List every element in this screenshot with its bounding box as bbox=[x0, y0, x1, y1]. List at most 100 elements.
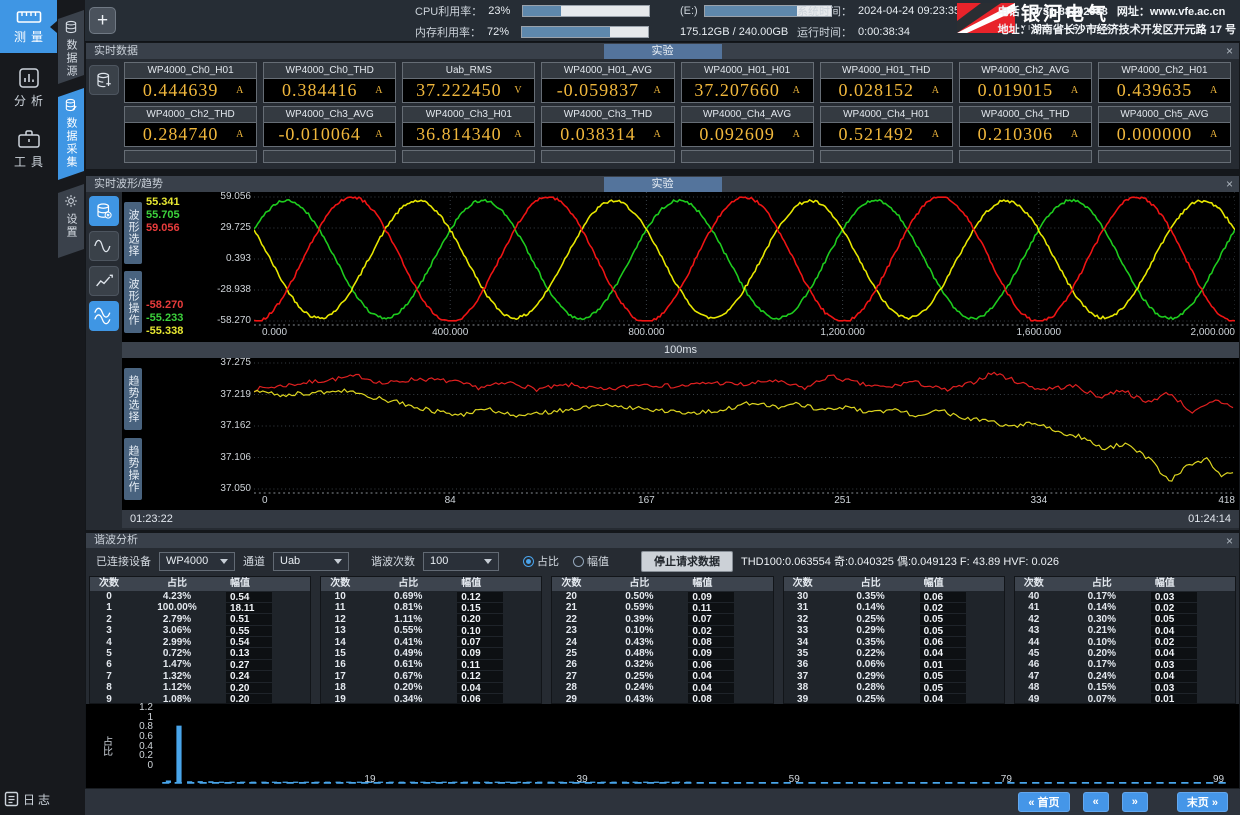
harmonic-row[interactable]: 420.30%0.05 bbox=[1015, 614, 1235, 625]
harmonic-row[interactable]: 440.10%0.02 bbox=[1015, 637, 1235, 648]
harmonic-row[interactable]: 240.43%0.08 bbox=[552, 637, 772, 648]
harmonic-row[interactable]: 91.08%0.20 bbox=[90, 694, 310, 704]
trend-select-button[interactable]: 趋势选择 bbox=[124, 368, 142, 430]
close-icon[interactable]: × bbox=[1226, 43, 1233, 59]
harmonic-row[interactable]: 220.39%0.07 bbox=[552, 614, 772, 625]
sine-wave-button[interactable] bbox=[89, 231, 119, 261]
sidebar-item-measure[interactable]: 测量 bbox=[0, 0, 57, 53]
harmonic-row[interactable]: 50.72%0.13 bbox=[90, 648, 310, 659]
sidebar-item-analysis[interactable]: 分析 bbox=[0, 61, 57, 114]
waveform-select-button[interactable]: 波形选择 bbox=[124, 202, 142, 264]
waveform-chart[interactable] bbox=[254, 192, 1235, 326]
harmonic-ratio: 0.39% bbox=[590, 614, 688, 625]
channel-data-button[interactable] bbox=[89, 196, 119, 226]
harmonic-row[interactable]: 71.32%0.24 bbox=[90, 671, 310, 682]
pagination-prev-button[interactable]: « bbox=[1083, 792, 1109, 812]
measure-card-partial bbox=[541, 150, 674, 163]
harmonic-order: 30 bbox=[784, 591, 822, 602]
harmonic-row[interactable]: 230.10%0.02 bbox=[552, 625, 772, 636]
sidebar-item-log[interactable]: 日志 bbox=[0, 787, 57, 811]
x-tick-label: 251 bbox=[834, 495, 851, 506]
harmonic-row[interactable]: 170.67%0.12 bbox=[321, 671, 541, 682]
trend-line-icon bbox=[95, 273, 113, 289]
harmonic-row[interactable]: 370.29%0.05 bbox=[784, 671, 1004, 682]
trend-operate-button[interactable]: 趋势操作 bbox=[124, 438, 142, 500]
harmonic-row[interactable]: 61.47%0.27 bbox=[90, 659, 310, 670]
tab-settings[interactable]: 设置 bbox=[58, 184, 84, 258]
channel-select[interactable]: Uab bbox=[273, 552, 349, 571]
order-select[interactable]: 100 bbox=[423, 552, 499, 571]
stop-request-button[interactable]: 停止请求数据 bbox=[641, 551, 733, 572]
harmonic-row[interactable]: 121.11%0.20 bbox=[321, 614, 541, 625]
sidebar-item-tools[interactable]: 工具 bbox=[0, 122, 57, 175]
add-tab-button[interactable]: + bbox=[89, 7, 116, 34]
bar-chart-y-axis: 1.210.80.60.40.20 bbox=[126, 704, 156, 788]
harmonic-row[interactable]: 22.79%0.51 bbox=[90, 614, 310, 625]
device-select[interactable]: WP4000 bbox=[159, 552, 235, 571]
harmonic-row[interactable]: 290.43%0.08 bbox=[552, 694, 772, 704]
harmonic-row[interactable]: 450.20%0.04 bbox=[1015, 648, 1235, 659]
harmonic-row[interactable]: 210.59%0.11 bbox=[552, 602, 772, 613]
amplitude-radio[interactable]: 幅值 bbox=[573, 553, 615, 569]
harmonic-row[interactable]: 250.48%0.09 bbox=[552, 648, 772, 659]
pagination-first-button[interactable]: « 首页 bbox=[1018, 792, 1069, 812]
harmonic-row[interactable]: 280.24%0.04 bbox=[552, 682, 772, 693]
harmonic-amplitude: 0.04 bbox=[1151, 671, 1197, 681]
harmonic-row[interactable]: 460.17%0.03 bbox=[1015, 659, 1235, 670]
waveform-operate-button[interactable]: 波形操作 bbox=[124, 271, 142, 333]
harmonic-row[interactable]: 410.14%0.02 bbox=[1015, 602, 1235, 613]
harmonic-row[interactable]: 300.35%0.06 bbox=[784, 591, 1004, 602]
harmonic-amplitude: 0.01 bbox=[1151, 694, 1197, 704]
trend-chart-button[interactable] bbox=[89, 266, 119, 296]
harmonic-row[interactable]: 1100.00%18.11 bbox=[90, 602, 310, 613]
harmonic-row[interactable]: 330.29%0.05 bbox=[784, 625, 1004, 636]
harmonic-row[interactable]: 180.20%0.04 bbox=[321, 682, 541, 693]
harmonic-row[interactable]: 270.25%0.04 bbox=[552, 671, 772, 682]
harmonic-row[interactable]: 200.50%0.09 bbox=[552, 591, 772, 602]
harmonic-row[interactable]: 350.22%0.04 bbox=[784, 648, 1004, 659]
harmonic-row[interactable]: 260.32%0.06 bbox=[552, 659, 772, 670]
harmonic-row[interactable]: 400.17%0.03 bbox=[1015, 591, 1235, 602]
harmonic-row[interactable]: 310.14%0.02 bbox=[784, 602, 1004, 613]
close-icon[interactable]: × bbox=[1226, 533, 1233, 549]
ratio-radio[interactable]: 占比 bbox=[523, 553, 565, 569]
harmonic-row[interactable]: 42.99%0.54 bbox=[90, 637, 310, 648]
trend-chart[interactable] bbox=[254, 358, 1235, 494]
harmonic-ratio: 0.10% bbox=[1053, 637, 1151, 648]
harmonic-row[interactable]: 480.15%0.03 bbox=[1015, 682, 1235, 693]
harmonic-row[interactable]: 110.81%0.15 bbox=[321, 602, 541, 613]
bar-chart-y-label: 占比 bbox=[99, 736, 114, 756]
harmonic-row[interactable]: 81.12%0.20 bbox=[90, 682, 310, 693]
tab-data-source[interactable]: 数据源 bbox=[58, 10, 84, 84]
tab-data-acquisition[interactable]: 数据采集 bbox=[58, 88, 84, 180]
disk-usage-text: 175.12GB / 240.00GB bbox=[680, 26, 788, 38]
harmonic-row[interactable]: 100.69%0.12 bbox=[321, 591, 541, 602]
measure-card-name: WP4000_Ch4_AVG bbox=[682, 107, 813, 123]
harmonic-row[interactable]: 320.25%0.05 bbox=[784, 614, 1004, 625]
pagination-last-button[interactable]: 末页 » bbox=[1177, 792, 1228, 812]
harmonic-row[interactable]: 380.28%0.05 bbox=[784, 682, 1004, 693]
harmonic-row[interactable]: 490.07%0.01 bbox=[1015, 694, 1235, 704]
bar-chart-icon bbox=[18, 67, 40, 89]
y-tick-label: 29.725 bbox=[220, 222, 251, 233]
measure-card-name: WP4000_Ch0_THD bbox=[264, 63, 395, 79]
harmonic-row[interactable]: 190.34%0.06 bbox=[321, 694, 541, 704]
harmonic-row[interactable]: 390.25%0.04 bbox=[784, 694, 1004, 704]
harmonic-row[interactable]: 150.49%0.09 bbox=[321, 648, 541, 659]
harmonic-row[interactable]: 470.24%0.04 bbox=[1015, 671, 1235, 682]
harmonic-row[interactable]: 340.35%0.06 bbox=[784, 637, 1004, 648]
experiment-tab[interactable]: 实验 bbox=[604, 44, 722, 59]
harmonic-row[interactable]: 04.23%0.54 bbox=[90, 591, 310, 602]
add-measure-card-button[interactable] bbox=[89, 65, 119, 95]
close-icon[interactable]: × bbox=[1226, 176, 1233, 192]
bar-chart-x-axis: 1939597999 bbox=[156, 774, 1233, 787]
harmonic-row[interactable]: 130.55%0.10 bbox=[321, 625, 541, 636]
harmonic-row[interactable]: 360.06%0.01 bbox=[784, 659, 1004, 670]
pagination-next-button[interactable]: » bbox=[1122, 792, 1148, 812]
harmonic-row[interactable]: 33.06%0.55 bbox=[90, 625, 310, 636]
multi-wave-button[interactable] bbox=[89, 301, 119, 331]
harmonic-row[interactable]: 140.41%0.07 bbox=[321, 637, 541, 648]
experiment-tab[interactable]: 实验 bbox=[604, 177, 722, 192]
harmonic-row[interactable]: 430.21%0.04 bbox=[1015, 625, 1235, 636]
harmonic-row[interactable]: 160.61%0.11 bbox=[321, 659, 541, 670]
